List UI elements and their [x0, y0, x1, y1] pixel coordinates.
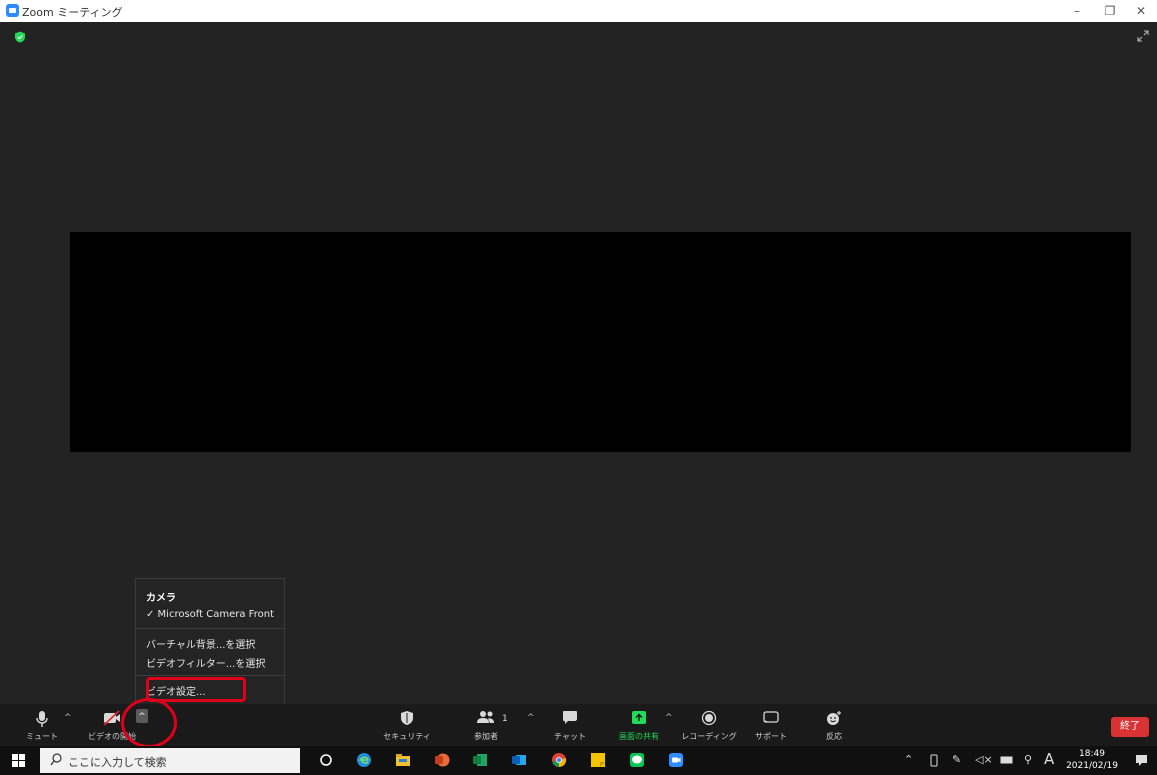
outlook-icon[interactable]: [511, 752, 527, 768]
mute-button[interactable]: ミュート: [22, 704, 62, 746]
clock-time: 18:49: [1079, 749, 1105, 759]
battery-icon[interactable]: [1000, 756, 1014, 764]
video-feed: [70, 232, 1131, 452]
window-title: Zoom ミーティング: [22, 6, 123, 19]
shield-icon: [401, 711, 413, 725]
taskbar-search-box[interactable]: ここに入力して検索: [40, 748, 300, 773]
video-caret-highlight: [121, 698, 177, 748]
microphone-icon: [36, 711, 48, 727]
camera-menu-header: カメラ: [146, 593, 176, 604]
clock-date: 2021/02/19: [1066, 761, 1118, 771]
reaction-smiley-icon: [827, 711, 841, 725]
speaker-muted-icon[interactable]: ◁×: [975, 753, 993, 766]
chat-button[interactable]: チャット: [548, 704, 592, 746]
participants-options-caret[interactable]: ^: [527, 713, 535, 723]
window-titlebar: Zoom ミーティング – ❐ ✕: [0, 0, 1157, 22]
close-button[interactable]: ✕: [1126, 2, 1156, 20]
search-placeholder: ここに入力して検索: [68, 756, 167, 769]
sticky-notes-icon[interactable]: [590, 752, 606, 768]
camera-option-microsoft-camera-front[interactable]: ✓ Microsoft Camera Front: [146, 609, 274, 620]
chat-icon: [563, 711, 577, 724]
mute-label: ミュート: [26, 732, 58, 741]
recording-label: レコーディング: [681, 732, 737, 741]
encryption-shield-icon[interactable]: [14, 31, 26, 43]
chrome-icon[interactable]: [551, 752, 567, 768]
reactions-label: 反応: [826, 732, 842, 741]
windows-start-icon[interactable]: [12, 754, 25, 767]
share-screen-label: 画面の共有: [619, 732, 659, 741]
participants-icon: [477, 711, 494, 723]
support-label: サポート: [755, 732, 787, 741]
ime-indicator[interactable]: A: [1044, 750, 1054, 768]
line-app-icon[interactable]: [629, 752, 645, 768]
participant-count: 1: [502, 714, 508, 724]
file-explorer-icon[interactable]: [395, 752, 411, 768]
search-icon: [50, 753, 62, 766]
participants-label: 参加者: [474, 732, 498, 741]
end-meeting-button[interactable]: 終了: [1111, 717, 1149, 737]
video-settings-highlight: [146, 677, 246, 702]
excel-icon[interactable]: [472, 752, 488, 768]
video-off-icon: [103, 710, 120, 726]
powerpoint-icon[interactable]: [434, 752, 450, 768]
zoom-taskbar-icon[interactable]: [668, 752, 684, 768]
network-icon[interactable]: ⚲: [1024, 753, 1032, 766]
video-filter-option[interactable]: ビデオフィルター...を選択: [146, 655, 265, 670]
pen-icon[interactable]: ✎: [952, 753, 961, 766]
recording-button[interactable]: レコーディング: [680, 704, 738, 746]
minimize-button[interactable]: –: [1062, 2, 1092, 20]
show-hidden-icons-chevron[interactable]: ⌃: [904, 753, 913, 766]
share-screen-icon: [632, 711, 646, 724]
security-button[interactable]: セキュリティ: [382, 704, 432, 746]
menu-divider: [136, 675, 284, 676]
zoom-logo-icon: [6, 4, 19, 17]
notifications-icon[interactable]: [1135, 754, 1148, 767]
virtual-background-option[interactable]: バーチャル背景...を選択: [146, 636, 255, 651]
cortana-icon[interactable]: [318, 752, 334, 768]
fullscreen-icon[interactable]: [1137, 30, 1149, 42]
participants-button[interactable]: 参加者: [464, 704, 508, 746]
chat-label: チャット: [554, 732, 586, 741]
menu-divider: [136, 628, 284, 629]
edge-browser-icon[interactable]: [356, 752, 372, 768]
record-icon: [701, 710, 717, 726]
device-icon[interactable]: [928, 754, 940, 767]
taskbar-clock[interactable]: 18:49 2021/02/19: [1064, 748, 1120, 772]
support-button[interactable]: サポート: [748, 704, 794, 746]
share-options-caret[interactable]: ^: [665, 713, 673, 723]
share-screen-button[interactable]: 画面の共有: [611, 704, 667, 746]
support-screen-icon: [763, 711, 779, 723]
windows-taskbar: ここに入力して検索 ⌃ ✎ ◁× ⚲ A 18:49 2021/02/19: [0, 746, 1157, 775]
restore-button[interactable]: ❐: [1095, 2, 1125, 20]
security-label: セキュリティ: [383, 732, 431, 741]
audio-options-caret[interactable]: ^: [64, 713, 72, 723]
reactions-button[interactable]: 反応: [814, 704, 854, 746]
